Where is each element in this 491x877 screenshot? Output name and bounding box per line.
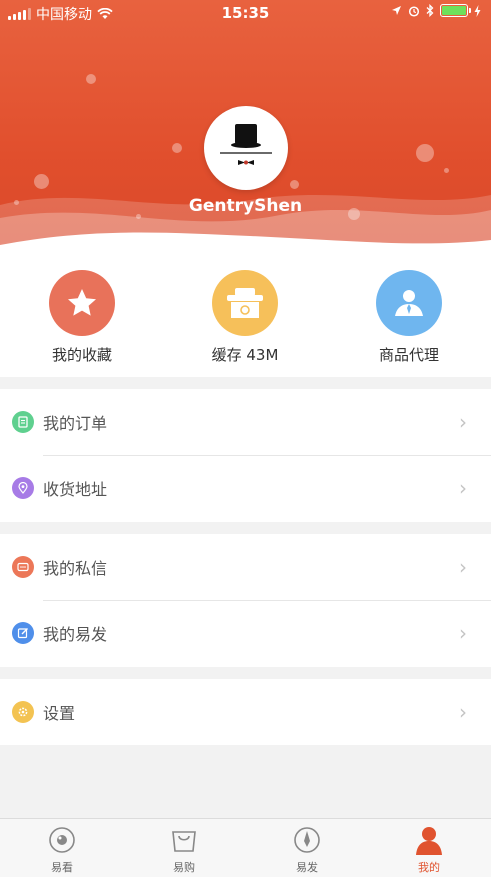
agent-person-icon — [376, 270, 442, 336]
favorites-label: 我的收藏 — [51, 346, 112, 364]
bluetooth-icon — [426, 4, 434, 17]
edit-icon — [12, 622, 34, 644]
tab-post[interactable]: 易发 — [267, 825, 347, 875]
alarm-icon — [408, 5, 420, 17]
tab-browse[interactable]: 易看 — [22, 825, 102, 875]
menu-group-messages: 我的私信 › 我的易发 › — [0, 534, 491, 667]
bottom-tab-bar: 易看 易购 易发 我的 — [0, 818, 491, 877]
bubble — [444, 168, 449, 173]
message-icon — [12, 556, 34, 578]
clipboard-icon — [12, 411, 34, 433]
person-icon — [414, 825, 444, 855]
menu-item-label: 我的易发 — [43, 625, 108, 644]
favorites-shortcut[interactable]: 我的收藏 — [12, 270, 152, 365]
status-bar: 中国移动 15:35 — [0, 0, 491, 26]
eye-icon — [47, 825, 77, 855]
cache-label: 缓存 43M — [211, 346, 279, 364]
shortcut-panel: 我的收藏 缓存 43M 商品代理 — [0, 258, 491, 377]
menu-item-my-posts[interactable]: 我的易发 › — [0, 600, 491, 666]
location-pin-icon — [12, 477, 34, 499]
cache-box-icon — [212, 270, 278, 336]
bubble — [290, 180, 299, 189]
star-icon — [49, 270, 115, 336]
username: GentryShen — [188, 196, 303, 216]
compass-icon — [292, 825, 322, 855]
bubble — [172, 143, 182, 153]
avatar[interactable] — [204, 106, 288, 190]
menu-group-settings: 设置 › — [0, 679, 491, 745]
menu-item-label: 我的私信 — [43, 559, 108, 578]
tab-label: 易看 — [51, 861, 73, 874]
tab-label: 我的 — [418, 861, 440, 874]
tab-mine[interactable]: 我的 — [389, 825, 469, 875]
agent-label: 商品代理 — [378, 346, 439, 364]
bubble — [86, 74, 96, 84]
tab-shop[interactable]: 易购 — [144, 825, 224, 875]
chevron-right-icon: › — [459, 700, 467, 724]
tab-label: 易发 — [296, 861, 318, 874]
bubble — [34, 174, 49, 189]
menu-item-messages[interactable]: 我的私信 › — [0, 534, 491, 600]
chevron-right-icon: › — [459, 621, 467, 645]
agent-shortcut[interactable]: 商品代理 — [339, 270, 479, 365]
shopping-bag-icon — [169, 825, 199, 855]
charging-icon — [474, 4, 481, 17]
chevron-right-icon: › — [459, 476, 467, 500]
top-hat-icon — [220, 124, 272, 165]
chevron-right-icon: › — [459, 410, 467, 434]
menu-item-label: 收货地址 — [43, 480, 108, 499]
menu-item-orders[interactable]: 我的订单 › — [0, 389, 491, 455]
menu-group-orders: 我的订单 › 收货地址 › — [0, 389, 491, 522]
cache-shortcut[interactable]: 缓存 43M — [175, 270, 315, 365]
bubble — [416, 144, 434, 162]
tab-label: 易购 — [173, 861, 195, 874]
battery-icon — [440, 4, 471, 17]
gear-icon — [12, 701, 34, 723]
menu-item-settings[interactable]: 设置 › — [0, 679, 491, 745]
location-arrow-icon — [392, 6, 401, 15]
menu-item-label: 设置 — [43, 704, 76, 723]
menu-item-label: 我的订单 — [43, 414, 108, 433]
menu-item-address[interactable]: 收货地址 › — [0, 455, 491, 521]
chevron-right-icon: › — [459, 555, 467, 579]
